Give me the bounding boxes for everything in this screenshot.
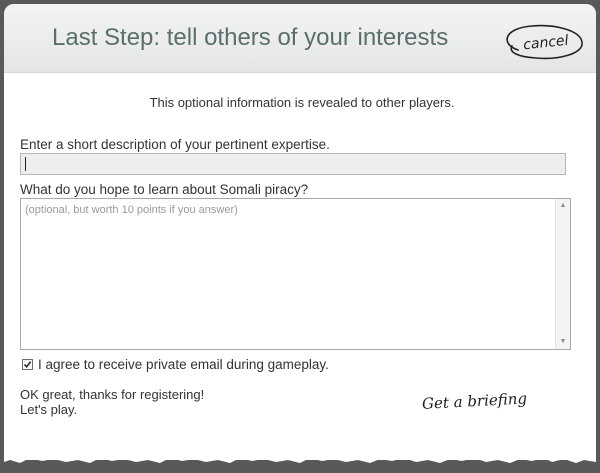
expertise-label: Enter a short description of your pertin…	[20, 137, 330, 152]
dialog-header: Last Step: tell others of your interests…	[4, 4, 596, 73]
checkmark-icon	[23, 361, 32, 369]
dialog-title: Last Step: tell others of your interests	[52, 24, 449, 51]
scroll-down-arrow-icon[interactable]: ▼	[558, 337, 568, 347]
get-briefing-label: Get a briefing	[422, 389, 528, 412]
briefing-scribble-icon: Get a briefing	[422, 389, 528, 412]
expertise-input[interactable]	[20, 153, 566, 175]
registration-dialog: Last Step: tell others of your interests…	[4, 4, 596, 463]
cancel-scribble-icon: cancel	[506, 24, 583, 60]
text-caret	[25, 157, 26, 171]
learn-placeholder: (optional, but worth 10 points if you an…	[25, 204, 238, 216]
cancel-button-label: cancel	[523, 33, 570, 54]
intro-text: This optional information is revealed to…	[149, 95, 455, 110]
cancel-button[interactable]: cancel	[498, 20, 588, 64]
closing-line-1: OK great, thanks for registering!	[20, 387, 205, 402]
email-opt-in-label[interactable]: I agree to receive private email during …	[38, 357, 329, 372]
closing-line-2: Let's play.	[20, 402, 78, 417]
learn-label: What do you hope to learn about Somali p…	[20, 182, 309, 197]
email-opt-in-checkbox[interactable]	[22, 359, 33, 370]
closing-message: OK great, thanks for registering! Let's …	[20, 387, 204, 417]
get-briefing-button[interactable]: Get a briefing	[418, 384, 556, 418]
textarea-scrollbar[interactable]: ▲ ▼	[555, 199, 570, 349]
torn-paper-edge	[4, 436, 596, 463]
scroll-up-arrow-icon[interactable]: ▲	[558, 201, 568, 211]
learn-textarea[interactable]: (optional, but worth 10 points if you an…	[20, 198, 571, 350]
